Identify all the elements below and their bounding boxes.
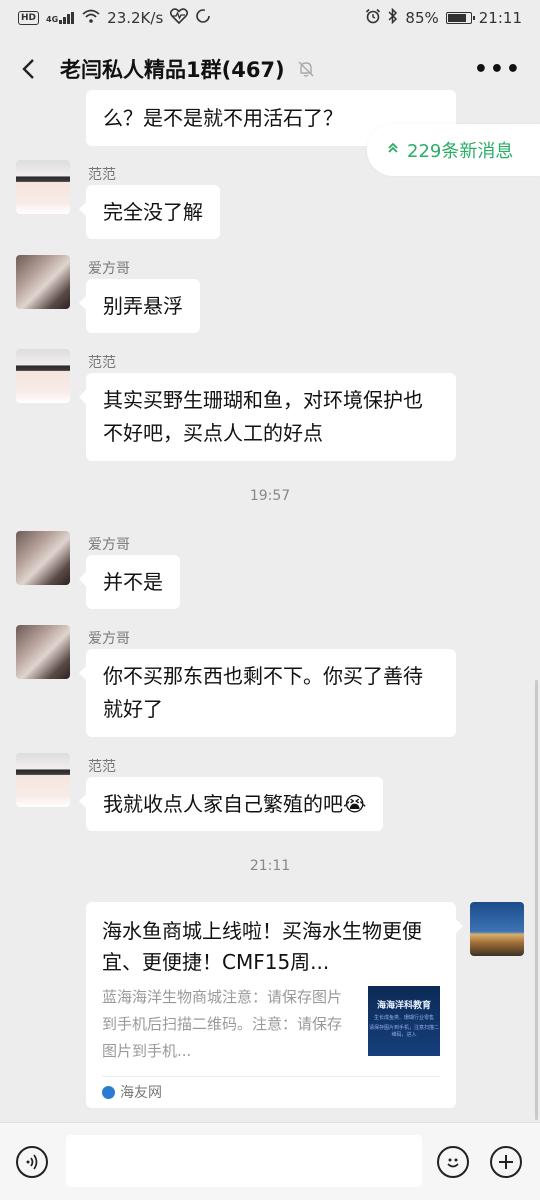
double-chevron-up-icon (387, 142, 399, 158)
sender-name: 爱方哥 (88, 261, 130, 277)
hd-badge: HD (18, 11, 40, 25)
thumbnail-title: 海海洋科教育 (376, 1001, 431, 1011)
sender-name: 爱方哥 (88, 631, 130, 647)
message-text: 你不买那东西也剩不下。你买了善待就好了 (103, 664, 423, 721)
network-type: 4G (46, 15, 59, 24)
crying-emoji-icon: 😭 (343, 792, 367, 816)
source-logo-icon (102, 1085, 115, 1099)
message-text: 别弄悬浮 (103, 294, 183, 318)
message-bubble[interactable]: 别弄悬浮 (79, 279, 200, 333)
chat-title: 老闫私人精品1群(467) (60, 58, 285, 82)
sender-name: 范范 (88, 759, 116, 775)
mute-bell-icon (297, 60, 315, 78)
input-bar (0, 1122, 540, 1200)
avatar-aifangge[interactable] (16, 625, 70, 679)
clock: 21:11 (478, 9, 522, 27)
timestamp: 21:11 (249, 858, 291, 874)
avatar-aifangge[interactable] (16, 531, 70, 585)
avatar-self[interactable] (470, 902, 524, 956)
message-text: 其实买野生珊瑚和鱼，对环境保护也不好吧，买点人工的好点 (103, 388, 423, 445)
link-card-title: 海水鱼商城上线啦！买海水生物更便宜、更便捷！CMF15周... (102, 919, 422, 974)
network-speed: 23.2K/s (107, 9, 164, 27)
avatar-fanfan[interactable] (16, 160, 70, 214)
link-card[interactable]: 海水鱼商城上线啦！买海水生物更便宜、更便捷！CMF15周... 蓝海海洋生物商城… (86, 902, 463, 1108)
message-bubble[interactable]: 你不买那东西也剩不下。你买了善待就好了 (79, 649, 456, 737)
status-bar: HD 4G 23.2K/s 85% 21:11 (0, 0, 540, 36)
new-messages-label: 229条新消息 (407, 141, 514, 162)
battery-icon (445, 12, 475, 24)
heart-rate-icon (170, 8, 189, 28)
link-card-thumbnail: 海海洋科教育 生长成鱼类、珊瑚行业零售 请保存图片到手机，注意扫描二维码，进入 (368, 986, 440, 1056)
timestamp: 19:57 (249, 488, 291, 504)
plus-icon (499, 1155, 513, 1169)
voice-icon (26, 1154, 38, 1170)
more-options-button[interactable]: ••• (474, 57, 522, 82)
sender-name: 范范 (88, 167, 116, 183)
sender-name: 爱方哥 (88, 537, 130, 553)
voice-button[interactable] (16, 1146, 48, 1178)
wifi-icon (82, 9, 100, 27)
link-card-description: 蓝海海洋生物商城注意：请保存图片到手机后扫描二维码。注意：请保存图片到手机... (102, 988, 342, 1060)
avatar-aifangge[interactable] (16, 255, 70, 309)
new-messages-button[interactable]: 229条新消息 (367, 124, 540, 176)
battery-percent: 85% (405, 9, 439, 27)
thumbnail-line: 生长成鱼类、珊瑚行业零售 (373, 1015, 434, 1021)
divider (102, 1076, 440, 1077)
message-bubble[interactable]: 其实买野生珊瑚和鱼，对环境保护也不好吧，买点人工的好点 (79, 373, 456, 461)
message-input[interactable] (66, 1135, 422, 1187)
bluetooth-icon (388, 7, 398, 28)
link-card-source: 海友网 (102, 1082, 162, 1102)
thumbnail-line: 请保存图片到手机，注意扫描二维码，进入 (368, 1025, 439, 1038)
message-text: 我就收点人家自己繁殖的吧 (103, 792, 343, 816)
avatar-fanfan[interactable] (16, 349, 70, 403)
message-bubble[interactable]: 并不是 (79, 555, 180, 609)
alarm-icon (365, 8, 381, 28)
back-arrow-icon[interactable] (18, 57, 42, 81)
message-bubble[interactable]: 我就收点人家自己繁殖的吧😭 (78, 777, 384, 831)
scrollbar[interactable] (535, 680, 538, 1120)
source-name: 海友网 (120, 1085, 162, 1101)
smiley-icon (447, 1158, 459, 1168)
emoji-button[interactable] (437, 1146, 469, 1178)
message-text: 完全没了解 (103, 200, 203, 224)
avatar-fanfan[interactable] (16, 753, 70, 807)
plus-button[interactable] (490, 1146, 522, 1178)
signal-icon: 4G (46, 12, 75, 24)
sync-icon (195, 8, 211, 28)
message-text: 么？是不是就不用活石了？ (103, 106, 343, 130)
sender-name: 范范 (88, 355, 116, 371)
message-text: 并不是 (103, 570, 163, 594)
message-bubble[interactable]: 完全没了解 (79, 185, 220, 239)
